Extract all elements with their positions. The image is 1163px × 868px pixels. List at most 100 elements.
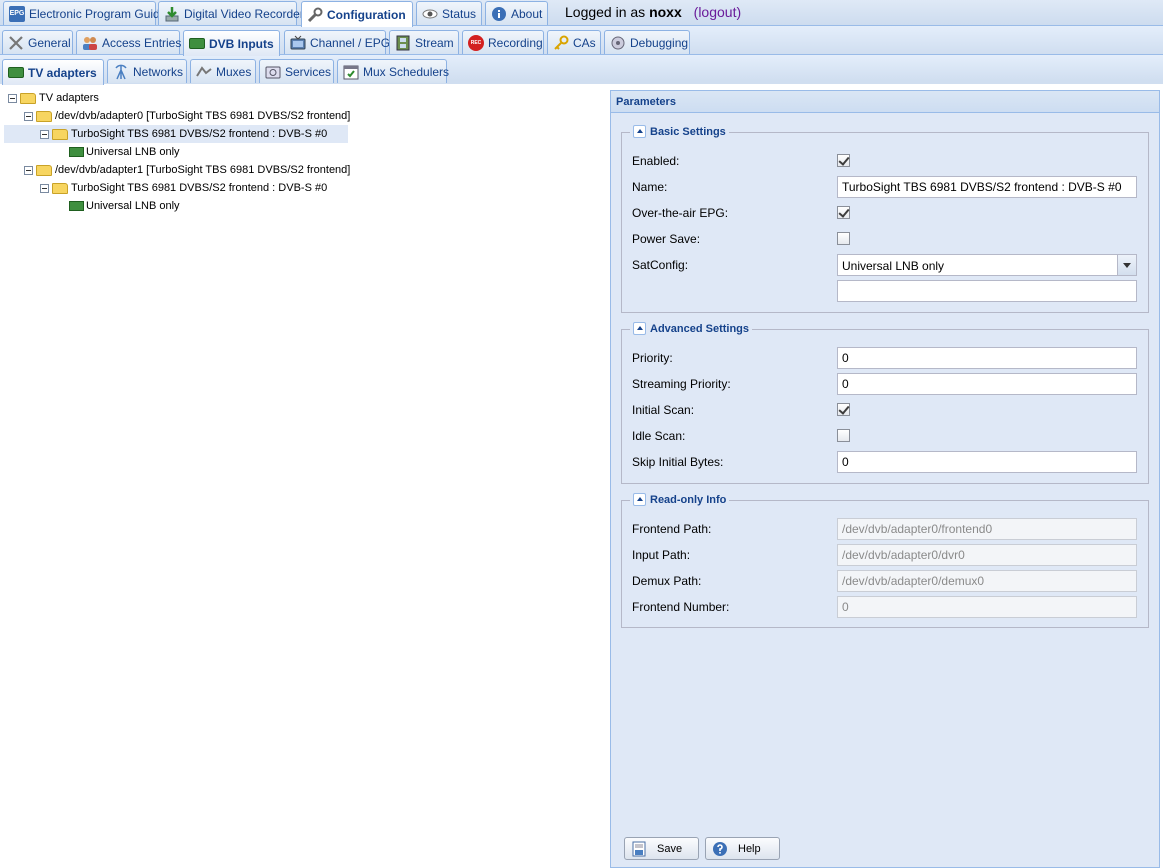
- priority-field[interactable]: [837, 347, 1137, 369]
- help-button[interactable]: Help: [705, 837, 780, 860]
- tab-general[interactable]: General: [2, 30, 73, 54]
- wrench-icon: [307, 7, 323, 23]
- tab-services[interactable]: Services: [259, 59, 334, 83]
- field-label: Initial Scan:: [632, 403, 695, 417]
- tab-access-entries[interactable]: Access Entries: [76, 30, 181, 54]
- folder-icon: [36, 110, 52, 122]
- streaming-priority-field[interactable]: [837, 373, 1137, 395]
- tab-networks[interactable]: Networks: [107, 59, 187, 83]
- tree-node-lnb1[interactable]: Universal LNB only: [69, 197, 180, 215]
- tree-node-tv-adapters[interactable]: TV adapters: [8, 89, 99, 107]
- row-satconfig: SatConfig: Universal LNB only: [632, 254, 1138, 276]
- field-label: Input Path:: [632, 548, 691, 562]
- tree-node-label: /dev/dvb/adapter0 [TurboSight TBS 6981 D…: [55, 110, 351, 122]
- tab-debugging[interactable]: Debugging: [604, 30, 690, 54]
- row-frontend-path: Frontend Path:: [632, 518, 1138, 540]
- button-label: Help: [738, 842, 761, 855]
- folder-icon: [52, 182, 68, 194]
- tools-icon: [8, 35, 24, 51]
- tree-node-label: TurboSight TBS 6981 DVBS/S2 frontend : D…: [71, 128, 328, 140]
- tab-label: DVB Inputs: [209, 36, 274, 51]
- collapse-icon[interactable]: [633, 493, 646, 506]
- tab-label: CAs: [573, 35, 596, 50]
- collapse-toggle-icon[interactable]: [40, 129, 49, 139]
- row-epg: Over-the-air EPG:: [632, 202, 1138, 224]
- skip-initial-bytes-field[interactable]: [837, 451, 1137, 473]
- row-initial-scan: Initial Scan:: [632, 399, 1138, 421]
- users-icon: [82, 35, 98, 51]
- tab-recording[interactable]: REC Recording: [462, 30, 544, 54]
- basic-settings-fieldset: Basic Settings Enabled: Name: Over-the-a…: [621, 125, 1149, 313]
- tab-label: About: [511, 6, 543, 21]
- dvb-tab-bar: TV adapters Networks Muxes Services Mux …: [0, 55, 1163, 85]
- tab-label: Status: [442, 6, 477, 21]
- help-icon: [712, 841, 728, 857]
- advanced-settings-legend[interactable]: Advanced Settings: [630, 322, 753, 335]
- collapse-toggle-icon[interactable]: [24, 165, 33, 175]
- tab-label: Stream: [415, 35, 454, 50]
- tree-node-adapter0[interactable]: /dev/dvb/adapter0 [TurboSight TBS 6981 D…: [24, 107, 350, 125]
- field-label: Skip Initial Bytes:: [632, 455, 724, 469]
- satconfig-select[interactable]: Universal LNB only: [837, 254, 1137, 276]
- tab-label: Debugging: [630, 35, 689, 50]
- field-label: Name:: [632, 180, 668, 194]
- tab-mux-schedulers[interactable]: Mux Schedulers: [337, 59, 449, 83]
- row-frontend-number: Frontend Number:: [632, 596, 1138, 618]
- row-enabled: Enabled:: [632, 150, 1138, 172]
- collapse-icon[interactable]: [633, 322, 646, 335]
- config-tab-bar: General Access Entries DVB Inputs Channe…: [0, 26, 1163, 56]
- field-label: Demux Path:: [632, 574, 702, 588]
- tab-stream[interactable]: Stream: [389, 30, 459, 54]
- tab-tv-adapters[interactable]: TV adapters: [2, 59, 104, 85]
- readonly-info-legend[interactable]: Read-only Info: [630, 493, 730, 506]
- tree-node-adapter1[interactable]: /dev/dvb/adapter1 [TurboSight TBS 6981 D…: [24, 161, 350, 179]
- tab-epg[interactable]: EPG Electronic Program Guide: [3, 1, 166, 25]
- tab-muxes[interactable]: Muxes: [190, 59, 256, 83]
- tab-label: Services: [285, 64, 332, 79]
- collapse-toggle-icon[interactable]: [40, 183, 49, 193]
- tree-node-label: TurboSight TBS 6981 DVBS/S2 frontend : D…: [71, 182, 328, 194]
- main-tab-bar: EPG Electronic Program Guide Digital Vid…: [0, 0, 1163, 27]
- login-status: Logged in as noxx (logout): [565, 4, 741, 20]
- tree-node-frontend0-selected[interactable]: TurboSight TBS 6981 DVBS/S2 frontend : D…: [4, 125, 348, 143]
- info-icon: [491, 6, 507, 22]
- tab-status[interactable]: Status: [416, 1, 482, 25]
- satconfig-extra-field[interactable]: [837, 280, 1137, 302]
- tab-label: Muxes: [216, 64, 252, 79]
- row-streaming-priority: Streaming Priority:: [632, 373, 1138, 395]
- collapse-toggle-icon[interactable]: [24, 111, 33, 121]
- tab-channel-epg[interactable]: Channel / EPG: [284, 30, 390, 54]
- tab-dvr[interactable]: Digital Video Recorder: [158, 1, 304, 25]
- field-label: Frontend Path:: [632, 522, 712, 536]
- chevron-down-icon[interactable]: [1117, 255, 1136, 275]
- tab-label: Electronic Program Guide: [29, 6, 167, 21]
- power-save-checkbox[interactable]: [837, 232, 850, 245]
- epg-checkbox[interactable]: [837, 206, 850, 219]
- idle-scan-checkbox[interactable]: [837, 429, 850, 442]
- collapse-toggle-icon[interactable]: [8, 93, 17, 103]
- tab-about[interactable]: About: [485, 1, 548, 25]
- tv-icon: [290, 35, 306, 51]
- row-priority: Priority:: [632, 347, 1138, 369]
- field-label: Power Save:: [632, 232, 701, 246]
- tab-cas[interactable]: CAs: [547, 30, 601, 54]
- tab-configuration[interactable]: Configuration: [301, 1, 413, 27]
- legend-label: Advanced Settings: [650, 322, 750, 335]
- tab-dvb-inputs[interactable]: DVB Inputs: [183, 30, 280, 56]
- basic-settings-legend[interactable]: Basic Settings: [630, 125, 729, 138]
- tree-node-lnb0[interactable]: Universal LNB only: [69, 143, 180, 161]
- tab-label: Recording: [488, 35, 543, 50]
- download-icon: [164, 6, 180, 22]
- collapse-icon[interactable]: [633, 125, 646, 138]
- initial-scan-checkbox[interactable]: [837, 403, 850, 416]
- field-label: SatConfig:: [632, 258, 689, 272]
- name-field[interactable]: [837, 176, 1137, 198]
- field-label: Priority:: [632, 351, 673, 365]
- tree-node-frontend1[interactable]: TurboSight TBS 6981 DVBS/S2 frontend : D…: [40, 179, 327, 197]
- enabled-checkbox[interactable]: [837, 154, 850, 167]
- tree-node-label: Universal LNB only: [86, 146, 180, 158]
- save-button[interactable]: Save: [624, 837, 699, 860]
- logout-link[interactable]: (logout): [694, 4, 741, 20]
- frontend-number-field: [837, 596, 1137, 618]
- row-skip-initial-bytes: Skip Initial Bytes:: [632, 451, 1138, 473]
